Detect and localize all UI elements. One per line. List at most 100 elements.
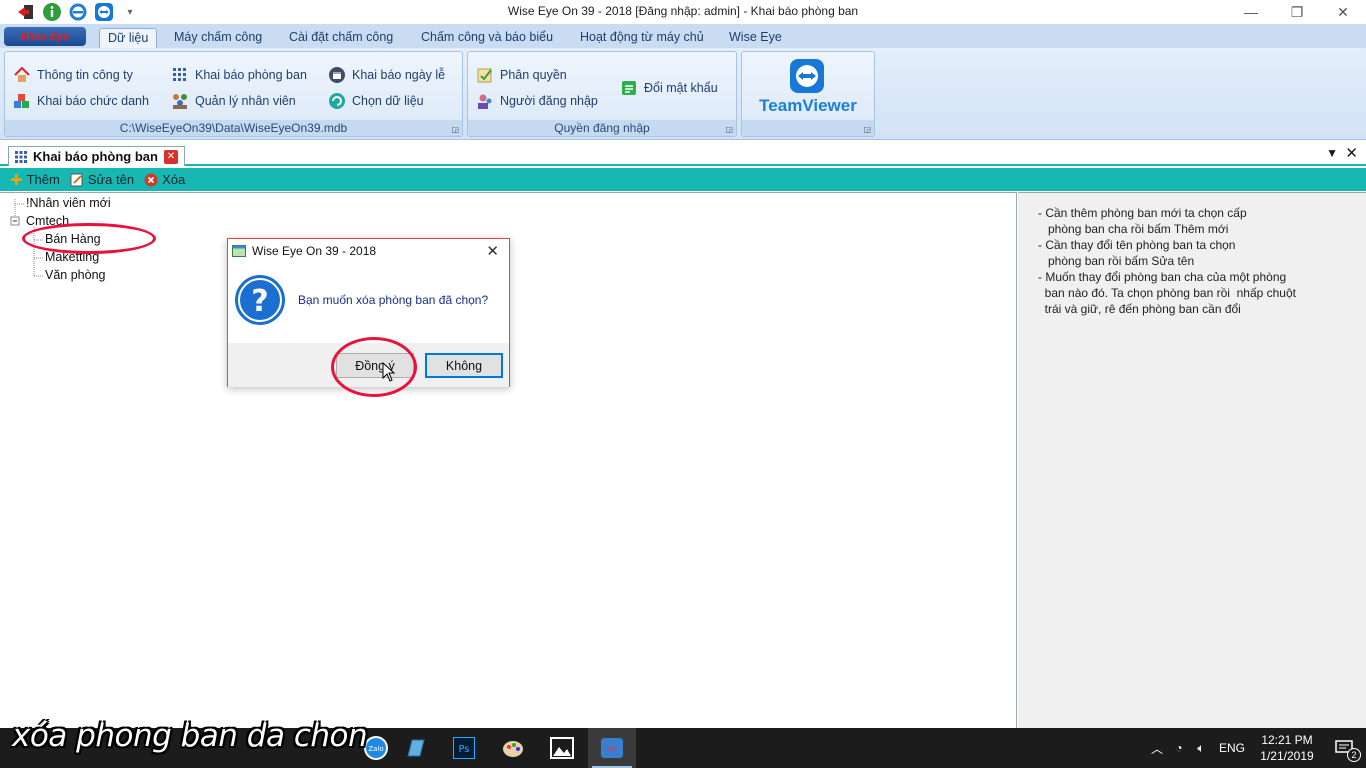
tab-may-cham-cong[interactable]: Máy chấm công	[166, 28, 270, 48]
refresh-circle-icon	[329, 93, 345, 109]
app-window-icon	[232, 245, 246, 257]
dialog-title: Wise Eye On 39 - 2018	[252, 244, 377, 258]
add-button[interactable]: ✚ Thêm	[10, 171, 60, 189]
dialog-launcher-icon[interactable]: ◲	[863, 125, 871, 134]
grid-icon	[173, 68, 186, 81]
title-bar: ▾ Wise Eye On 39 - 2018 [Đăng nhập: admi…	[0, 0, 1366, 24]
svg-text:WE: WE	[607, 746, 617, 753]
volume-icon[interactable]: 🔈︎	[1190, 741, 1212, 756]
close-tab-icon[interactable]: ✕	[163, 149, 178, 164]
help-line: trái và giữ, rê đến phòng ban cần đổi	[1038, 302, 1241, 316]
notification-center-icon[interactable]: 2	[1322, 728, 1366, 768]
rename-button[interactable]: Sửa tên	[70, 172, 134, 187]
cancel-button[interactable]: Không	[425, 353, 503, 378]
help-line: ban nào đó. Ta chọn phòng ban rồi nhấp c…	[1038, 286, 1296, 300]
annotation-circle-confirm	[331, 337, 417, 397]
caption-overlay: xóa phong ban da chon	[12, 718, 368, 754]
teamviewer-logo-icon[interactable]	[789, 58, 825, 97]
close-all-icon[interactable]: ✕	[1345, 144, 1358, 162]
users-icon	[478, 94, 492, 109]
notes-app-icon[interactable]	[392, 728, 440, 768]
svg-text:Ps: Ps	[458, 744, 469, 755]
ribbon-group-data: Thông tin công ty Khai báo chức danh Kha…	[4, 51, 463, 137]
ribbon-group-teamviewer: TeamViewer ◲	[741, 51, 875, 137]
ribbon-panel: Thông tin công ty Khai báo chức danh Kha…	[0, 48, 1366, 140]
document-tab-label: Khai báo phòng ban	[33, 149, 158, 164]
add-label: Thêm	[26, 172, 60, 187]
employee-manage-label: Quản lý nhân viên	[195, 94, 296, 108]
clock-date: 1/21/2019	[1260, 749, 1314, 763]
dialog-launcher-icon[interactable]: ◲	[451, 125, 459, 134]
language-indicator[interactable]: ENG	[1212, 741, 1252, 755]
tab-du-lieu[interactable]: Dữ liệu	[99, 28, 158, 48]
permission-button[interactable]: Phân quyền	[476, 66, 567, 84]
document-tab[interactable]: Khai báo phòng ban ✕	[8, 146, 185, 166]
holiday-label: Khai báo ngày lễ	[352, 68, 446, 82]
delete-button[interactable]: Xóa	[144, 172, 185, 187]
wise-eye-app-icon[interactable]: WE	[588, 728, 636, 768]
app-menu-button[interactable]: Wise Eye	[4, 27, 86, 46]
window-title: Wise Eye On 39 - 2018 [Đăng nhập: admin]…	[507, 4, 859, 18]
tab-cai-dat-cham-cong[interactable]: Cài đặt chấm công	[281, 28, 401, 48]
permission-label: Phân quyền	[500, 68, 567, 82]
tab-wise-eye[interactable]: Wise Eye	[721, 28, 790, 48]
help-line: phòng ban rồi bấm Sửa tên	[1038, 254, 1195, 268]
tree-node-new-employee[interactable]: !Nhân viên mới	[26, 196, 111, 210]
calendar-icon	[329, 67, 345, 83]
help-line: - Cần thêm phòng ban mới ta chọn cấp	[1038, 206, 1247, 220]
delete-icon	[144, 173, 158, 186]
help-line: phòng ban cha rồi bấm Thêm mới	[1038, 222, 1229, 236]
select-data-label: Chọn dữ liệu	[352, 94, 424, 108]
help-line: - Muốn thay đổi phòng ban cha của một ph…	[1038, 270, 1287, 284]
dialog-body: ? Bạn muốn xóa phòng ban đã chọn?	[228, 263, 509, 343]
plus-icon: ✚	[10, 171, 23, 189]
tree-node-van-phong[interactable]: Văn phòng	[45, 268, 105, 282]
login-user-label: Người đăng nhập	[500, 94, 598, 108]
tab-cham-cong-bao-bieu[interactable]: Chấm công và báo biểu	[413, 28, 561, 48]
svg-text:Zalo: Zalo	[368, 745, 383, 753]
delete-label: Xóa	[162, 172, 186, 187]
minimize-button[interactable]: —	[1228, 0, 1274, 24]
dialog-launcher-icon[interactable]: ◲	[725, 125, 733, 134]
employee-manage-button[interactable]: Quản lý nhân viên	[171, 92, 296, 110]
company-info-button[interactable]: Thông tin công ty	[13, 66, 133, 84]
house-icon	[14, 66, 30, 82]
photos-app-icon[interactable]	[538, 728, 586, 768]
change-password-button[interactable]: Đổi mật khẩu	[620, 79, 718, 97]
password-icon	[622, 81, 636, 95]
chevron-up-icon[interactable]: ︿	[1146, 740, 1168, 757]
tab-hoat-dong-may-chu[interactable]: Hoạt động từ máy chủ	[572, 28, 712, 48]
dialog-message: Bạn muốn xóa phòng ban đã chọn?	[298, 293, 489, 307]
question-icon: ?	[234, 274, 286, 329]
people-icon	[173, 94, 187, 109]
change-password-label: Đổi mật khẩu	[644, 81, 718, 95]
system-tray: ︿ ◔ 🔈︎ ENG 12:21 PM 1/21/2019 2	[1146, 728, 1366, 768]
group-caption-login: Quyền đăng nhập	[468, 120, 736, 136]
login-user-button[interactable]: Người đăng nhập	[476, 92, 598, 110]
teamviewer-label[interactable]: TeamViewer	[742, 96, 874, 116]
department-label: Khai báo phòng ban	[195, 68, 307, 82]
dialog-close-icon[interactable]: ✕	[486, 242, 499, 260]
photoshop-app-icon[interactable]: Ps	[440, 728, 488, 768]
restore-button[interactable]: ❐	[1274, 0, 1320, 24]
select-data-button[interactable]: Chọn dữ liệu	[328, 92, 424, 110]
department-button[interactable]: Khai báo phòng ban	[171, 66, 307, 84]
holiday-button[interactable]: Khai báo ngày lễ	[328, 66, 445, 84]
ribbon-tab-bar: Wise Eye Dữ liệu Máy chấm công Cài đặt c…	[0, 24, 1366, 48]
edit-icon	[70, 173, 83, 186]
close-button[interactable]: ✕	[1320, 0, 1366, 24]
paint-app-icon[interactable]	[489, 728, 537, 768]
clock[interactable]: 12:21 PM 1/21/2019	[1252, 732, 1322, 764]
checklist-icon	[477, 68, 492, 83]
dialog-titlebar: Wise Eye On 39 - 2018	[228, 239, 509, 263]
window-controls: — ❐ ✕	[1228, 0, 1366, 24]
document-tab-row: Khai báo phòng ban ✕ ▼ ✕	[0, 142, 1366, 166]
wifi-icon[interactable]: ◔	[1168, 741, 1190, 755]
job-title-button[interactable]: Khai báo chức danh	[13, 92, 149, 110]
job-title-label: Khai báo chức danh	[37, 94, 149, 108]
mouse-cursor-icon	[382, 362, 396, 382]
help-pane: - Cần thêm phòng ban mới ta chọn cấp phò…	[1018, 192, 1366, 728]
company-info-label: Thông tin công ty	[37, 68, 133, 82]
svg-text:?: ?	[251, 284, 268, 319]
tab-list-dropdown-icon[interactable]: ▼	[1326, 146, 1338, 160]
